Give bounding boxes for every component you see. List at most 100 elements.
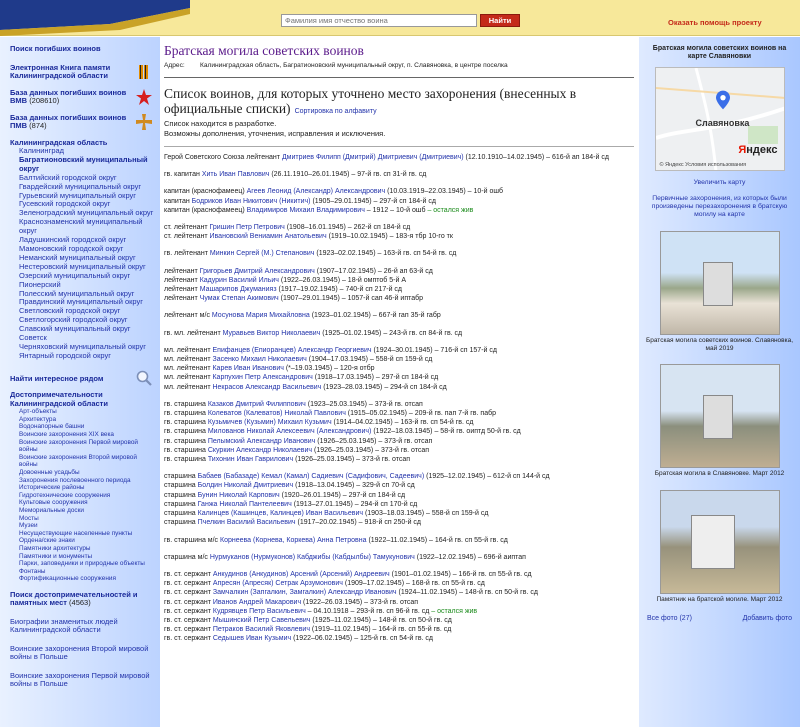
sight-category-link[interactable]: Воинские захоронения Первой мировой войн…	[10, 439, 154, 454]
list-title: Список воинов, для которых уточнено мест…	[164, 86, 634, 119]
sight-category-link[interactable]: Мосты	[10, 515, 154, 523]
search-fallen-link[interactable]: Поиск погибших воинов	[10, 44, 154, 54]
soldier-name-link[interactable]: Кадурин Василий Ильич	[200, 277, 279, 284]
enlarge-map-link[interactable]: Увеличить карту	[643, 179, 796, 187]
soldier-name-link[interactable]: Некрасов Александр Васильевич	[212, 384, 321, 391]
sight-category-link[interactable]: Довоенные усадьбы	[10, 469, 154, 477]
ebook-link[interactable]: Электронная Книга памяти Калининградской…	[10, 63, 132, 81]
sight-category-link[interactable]: Водонапорные башни	[10, 423, 154, 431]
add-photo-link[interactable]: Добавить фото	[743, 615, 792, 622]
soldier-details: (1907–29.01.1945) – 1057-й сап 46-й ипта…	[278, 295, 424, 303]
sight-category-link[interactable]: Исторические районы	[10, 484, 154, 492]
soldier-name-link[interactable]: Мосунова Мария Михайловна	[212, 312, 310, 319]
rank-group: мл. лейтенант Епифанцев (Епиоранцев) Але…	[164, 346, 634, 392]
district-link[interactable]: Багратионовский муниципальный округ	[10, 155, 154, 174]
rank-group: гв. лейтенант Минкин Сергей (М.) Степано…	[164, 249, 634, 258]
poland-ww1-link[interactable]: Воинские захоронения Первой мировой войн…	[10, 671, 154, 689]
soldier-details: (1908–16.01.1945) – 262-й сп 184-й сд	[284, 224, 411, 232]
soldier-name-link[interactable]: Петраков Василий Яковлевич	[213, 626, 310, 633]
find-nearby-link[interactable]: Найти интересное рядом	[10, 374, 132, 384]
soldier-name-link[interactable]: Корнеева (Корнева, Коркева) Анна Петровн…	[220, 537, 366, 544]
sight-category-link[interactable]: Мемориальные доски	[10, 507, 154, 515]
poland-ww2-link[interactable]: Воинские захоронения Второй мировой войн…	[10, 644, 154, 662]
soldier-name-link[interactable]: Карев Иван Иванович	[212, 365, 283, 372]
bios-link[interactable]: Биографии знаменитых людей Калининградск…	[10, 617, 154, 635]
soldier-name-link[interactable]: Седышев Иван Кузьмич	[213, 635, 291, 642]
soldier-name-link[interactable]: Григорьев Дмитрий Александрович	[200, 268, 315, 275]
sight-category-link[interactable]: Фортификационные сооружения	[10, 575, 154, 583]
soldier-rank: лейтенант	[164, 295, 200, 303]
soldier-name-link[interactable]: Муравьев Виктор Николаевич	[223, 330, 321, 337]
sight-category-link[interactable]: Музеи	[10, 522, 154, 530]
district-link[interactable]: Краснознаменский муниципальный округ	[10, 217, 154, 236]
soldier-name-link[interactable]: Минкин Сергей (М.) Степанович	[210, 250, 315, 257]
soldier-name-link[interactable]: Анкудинов (Анкудинов) Арсений (Арсений) …	[213, 571, 390, 578]
district-link[interactable]: Янтарный городской округ	[10, 351, 154, 361]
sort-alphabet-link[interactable]: Сортировка по алфавиту	[295, 108, 377, 115]
soldier-name-link[interactable]: Бунин Николай Карпович	[198, 492, 280, 499]
soldier-name-link[interactable]: Калинцев (Кашинцев, Калинцев) Иван Васил…	[198, 510, 363, 517]
site-logo-banner[interactable]	[0, 0, 190, 36]
soldier-name-link[interactable]: Бабаев (Бабазаде) Кемал (Камал) Садиевич…	[198, 473, 425, 480]
search-sights-link[interactable]: Поиск достопримечательностей и памятных …	[10, 590, 154, 608]
soldier-name-link[interactable]: Нурмуканов (Нурмуконов) Кабджибы (Кабдыл…	[210, 554, 415, 561]
reburial-map-link[interactable]: Первичные захоронения, из которых были п…	[643, 195, 796, 219]
sight-category-link[interactable]: Гидротехнические сооружения	[10, 492, 154, 500]
soldier-name-link[interactable]: Мышинский Петр Савельевич	[213, 617, 311, 624]
soldier-name-link[interactable]: Тихонин Иван Гаврилович	[208, 456, 293, 463]
map-pin-icon[interactable]	[715, 90, 730, 110]
soldier-name-link[interactable]: Иванов Андрей Макарович	[213, 599, 301, 606]
all-photos-link[interactable]: Все фото (27)	[647, 615, 692, 622]
soldier-name-link[interactable]: Карпухин Петр Александрович	[212, 374, 312, 381]
sight-category-link[interactable]: Ордена/ские знаки	[10, 537, 154, 545]
sight-category-link[interactable]: Воинские захоронения XIX века	[10, 431, 154, 439]
help-project-link[interactable]: Оказать помощь проекту	[668, 18, 762, 27]
soldier-details: (1914–04.02.1945) – 163-й гв. сп 54-й гв…	[331, 419, 474, 427]
soldier-name-link[interactable]: Засенко Михаил Николаевич	[212, 356, 306, 363]
soldier-name-link[interactable]: Машарипов Джуманияз	[200, 286, 277, 293]
soldier-name-link[interactable]: Хить Иван Павлович	[202, 171, 270, 178]
soldier-details: (1913–27.01.1945) – 294-й сп 170-й сд	[291, 500, 418, 508]
soldier-name-link[interactable]: Ганжа Николай Пантелеевич	[198, 501, 292, 508]
soldier-entry: ст. лейтенант Гришин Петр Петрович (1908…	[164, 223, 634, 232]
soldier-name-link[interactable]: Апресян (Апресяк) Сетрак Арзумонович	[213, 580, 343, 587]
sight-category-link[interactable]: Парки, заповедники и природные объекты	[10, 560, 154, 568]
soldier-name-link[interactable]: Кудрявцев Петр Васильевич	[213, 608, 306, 615]
soldier-name-link[interactable]: Пчелкин Василий Васильевич	[198, 519, 296, 526]
soldier-name-link[interactable]: Скуркин Александр Николаевич	[208, 447, 312, 454]
soldier-details: (1922–18.03.1945) – 58-й гв. оиптд 50-й …	[371, 428, 521, 436]
photo-1[interactable]	[659, 231, 780, 335]
soldier-name-link[interactable]: Гришин Петр Петрович	[210, 224, 285, 231]
soldier-name-link[interactable]: Кузьмичев (Кузьмин) Михаил Кузьмич	[208, 419, 332, 426]
search-button[interactable]: Найти	[480, 14, 520, 27]
photo-3[interactable]	[659, 489, 780, 594]
db-pmv-link[interactable]: База данных погибших воинов ПМВ (874)	[10, 113, 132, 131]
soldier-name-link[interactable]: Бодриков Иван Никитович (Никитич)	[192, 198, 311, 205]
sight-category-link[interactable]: Воинские захоронения Второй мировой войн…	[10, 454, 154, 469]
sight-category-link[interactable]: Несуществующие населенные пункты	[10, 530, 154, 538]
soldier-name-link[interactable]: Замчалкин (Запгалкин, Замгалкин) Алексан…	[213, 589, 397, 596]
soldier-name-link[interactable]: Пелымский Александр Иванович	[208, 438, 316, 445]
sight-category-link[interactable]: Памятники и монументы	[10, 553, 154, 561]
sight-category-link[interactable]: Памятники архитектуры	[10, 545, 154, 553]
soldier-name-link[interactable]: Ивановский Вениамин Анатольевич	[210, 233, 327, 240]
photo-2[interactable]	[659, 364, 780, 469]
sights-list: Арт-объекты Архитектура Водонапорные башни…	[10, 408, 154, 583]
soldier-name-link[interactable]: Милованов Николай Алексеевич (Александро…	[208, 428, 372, 435]
soldier-name-link[interactable]: Чумак Степан Акимович	[200, 295, 279, 302]
sights-title-link[interactable]: Достопримечательности Калининградской об…	[10, 391, 154, 408]
soldier-rank: ст. лейтенант	[164, 224, 210, 232]
soldier-name-link[interactable]: Владимиров Михаил Владимирович	[247, 207, 365, 214]
soldier-name-link[interactable]: Агеев Леонид (Александр) Александрович	[247, 188, 386, 195]
soldier-name-link[interactable]: Казаков Дмитрий Филиппович	[208, 401, 306, 408]
soldier-name-link[interactable]: Колеватов (Калеватов) Николай Павлович	[208, 410, 346, 417]
search-input[interactable]	[281, 14, 477, 27]
soldier-name-link[interactable]: Епифанцев (Епиоранцев) Александр Георгие…	[212, 347, 371, 354]
location-map[interactable]: Славяновка Яндекс © Яндекс Условия испол…	[654, 67, 785, 171]
sight-category-link[interactable]: Культовые сооружения	[10, 499, 154, 507]
sight-category-link[interactable]: Фонтаны	[10, 568, 154, 576]
sight-category-link[interactable]: Арт-объекты	[10, 408, 154, 416]
soldier-name-link[interactable]: Болдин Николай Дмитриевич	[198, 482, 294, 489]
db-vmv-link[interactable]: База данных погибших воинов ВМВ (208610)	[10, 88, 132, 106]
soldier-name-link[interactable]: Дмитриев Филипп (Дмитрий) Дмитриевич (Дм…	[282, 154, 464, 161]
